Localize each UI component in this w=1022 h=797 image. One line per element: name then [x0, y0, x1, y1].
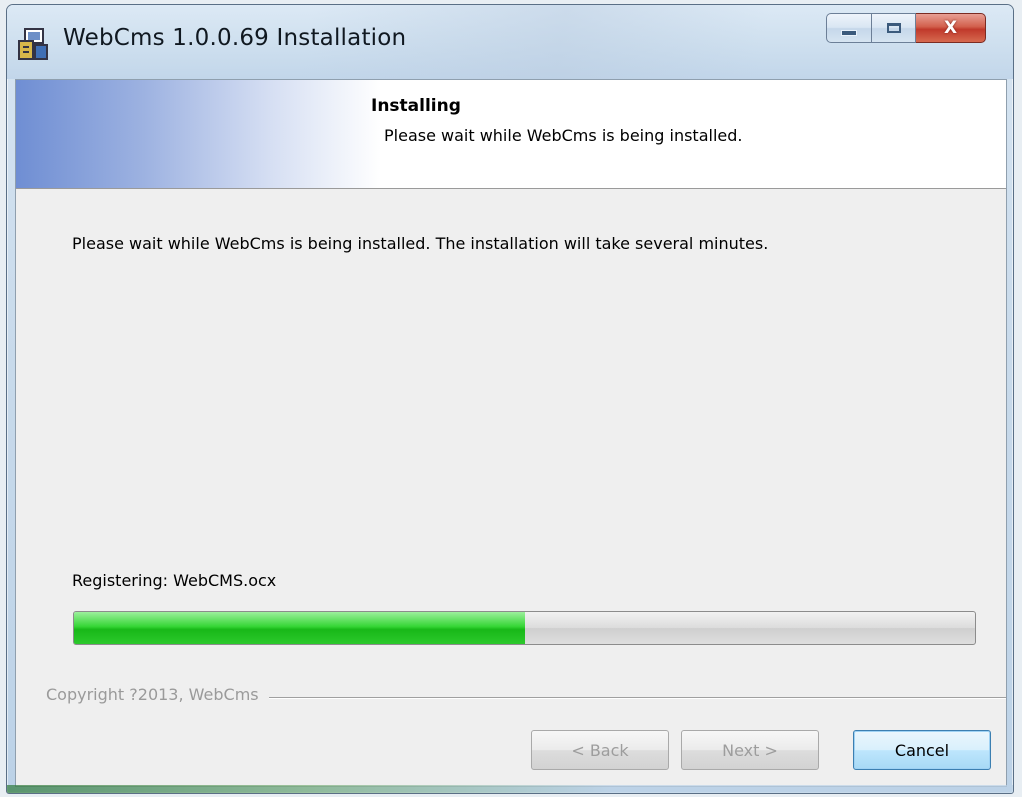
- title-bar[interactable]: WebCms 1.0.0.69 Installation X: [7, 5, 1013, 79]
- banner-gradient: [16, 80, 381, 188]
- minimize-icon: [841, 30, 857, 36]
- status-label: Registering: WebCMS.ocx: [72, 571, 277, 590]
- close-icon: X: [943, 17, 958, 38]
- minimize-button[interactable]: [826, 13, 872, 43]
- cancel-button[interactable]: Cancel: [853, 730, 991, 770]
- window-title: WebCms 1.0.0.69 Installation: [63, 25, 407, 51]
- progress-bar: [73, 611, 976, 645]
- next-button[interactable]: Next >: [681, 730, 819, 770]
- back-button[interactable]: < Back: [531, 730, 669, 770]
- dialog-client-area: Installing Please wait while WebCms is b…: [15, 79, 1007, 787]
- copyright-row: Copyright ?2013, WebCms: [46, 685, 1006, 709]
- maximize-icon: [886, 23, 901, 33]
- close-button[interactable]: X: [916, 13, 986, 43]
- installer-icon: [18, 28, 48, 60]
- banner-subtitle: Please wait while WebCms is being instal…: [384, 126, 743, 145]
- progress-fill: [74, 612, 525, 644]
- window-bottom-edge: [7, 785, 1013, 793]
- copyright-label: Copyright ?2013, WebCms: [46, 685, 269, 704]
- banner-title: Installing: [371, 96, 461, 116]
- installer-window: WebCms 1.0.0.69 Installation X Installin…: [6, 4, 1014, 794]
- install-description: Please wait while WebCms is being instal…: [72, 234, 769, 253]
- caption-buttons: X: [826, 13, 986, 43]
- header-banner: Installing Please wait while WebCms is b…: [16, 80, 1006, 189]
- maximize-button[interactable]: [872, 13, 916, 43]
